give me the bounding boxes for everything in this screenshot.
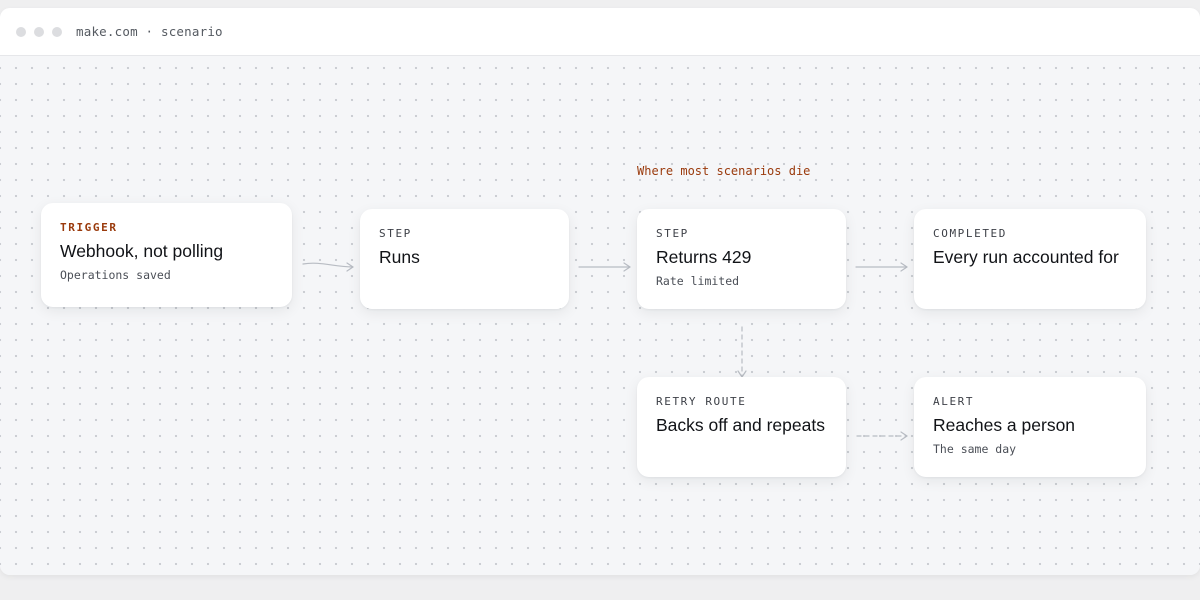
node-retry-route[interactable]: RETRY ROUTE Backs off and repeats <box>637 377 846 477</box>
window-minimize-dot[interactable] <box>34 27 44 37</box>
node-retry-kicker: RETRY ROUTE <box>656 395 747 408</box>
node-alert-subtitle: The same day <box>933 442 1017 456</box>
window-titlebar: make.com · scenario <box>0 8 1200 56</box>
node-completed-title: Every run accounted for <box>933 247 1119 267</box>
scenario-canvas[interactable]: Where most scenarios die TRIGGER Webhook… <box>0 56 1200 575</box>
node-alert[interactable]: ALERT Reaches a person The same day <box>914 377 1146 477</box>
node-completed-kicker: COMPLETED <box>933 227 1008 240</box>
connector-trigger-runs <box>302 262 354 268</box>
node-alert-kicker: ALERT <box>933 395 975 408</box>
node-runs-kicker: STEP <box>379 227 412 240</box>
connectors <box>302 262 908 441</box>
node-runs-title: Runs <box>379 247 420 267</box>
node-trigger-kicker: TRIGGER <box>60 221 118 234</box>
address-text: make.com · scenario <box>76 24 223 39</box>
node-runs[interactable]: STEP Runs <box>360 209 569 309</box>
node-alert-title: Reaches a person <box>933 415 1076 435</box>
node-retry-title: Backs off and repeats <box>656 415 825 435</box>
arrowhead-retry-alert <box>900 431 908 441</box>
node-returns[interactable]: STEP Returns 429 Rate limited <box>637 209 846 309</box>
node-trigger-subtitle: Operations saved <box>60 268 171 282</box>
node-returns-kicker: STEP <box>656 227 689 240</box>
window-close-dot[interactable] <box>16 27 26 37</box>
node-returns-subtitle: Rate limited <box>656 274 740 288</box>
node-returns-title: Returns 429 <box>656 247 752 267</box>
node-completed[interactable]: COMPLETED Every run accounted for <box>914 209 1146 309</box>
browser-window: make.com · scenario Where most scenarios… <box>0 8 1200 575</box>
node-trigger[interactable]: TRIGGER Webhook, not polling Operations … <box>41 203 292 307</box>
window-maximize-dot[interactable] <box>52 27 62 37</box>
node-trigger-title: Webhook, not polling <box>60 241 224 261</box>
